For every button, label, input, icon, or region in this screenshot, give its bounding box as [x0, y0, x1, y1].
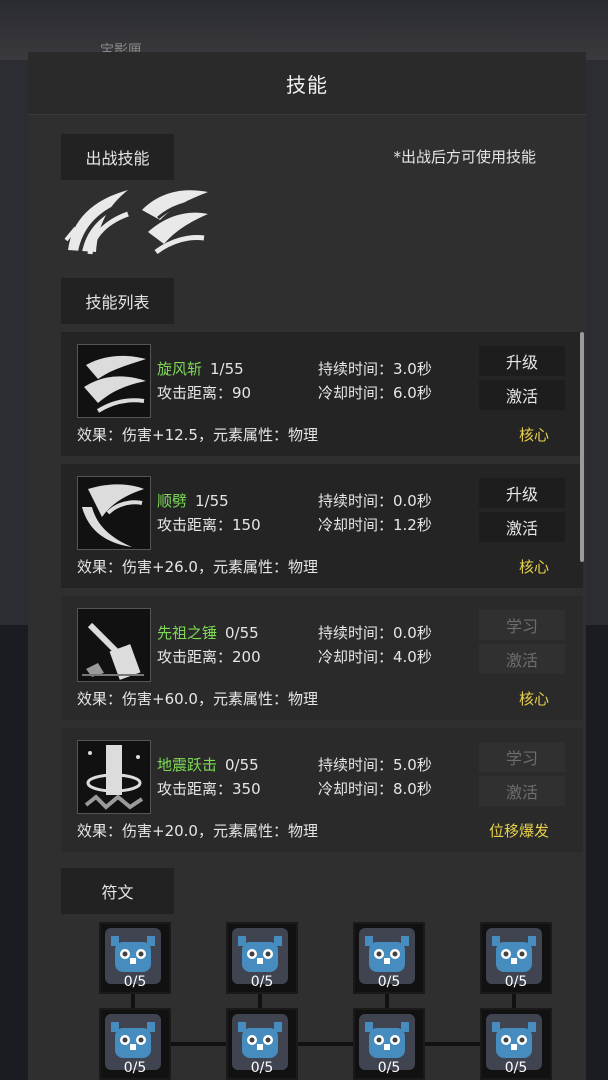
skill-icon-frame	[77, 608, 151, 682]
skill-level: 1/55	[210, 360, 244, 378]
split-slash-icon	[82, 484, 144, 547]
skill-effect: 效果：伤害+12.5，元素属性：物理	[77, 426, 318, 444]
skill-cooldown: 冷却时间：6.0秒	[318, 384, 432, 402]
skill-tag: 核心	[518, 426, 549, 444]
rune-link	[168, 1042, 226, 1046]
skill-level: 0/55	[225, 624, 259, 642]
activate-button[interactable]: 激活	[479, 644, 565, 674]
rune-node[interactable]: 0/5	[353, 922, 425, 994]
learn-button[interactable]: 学习	[479, 610, 565, 640]
skill-card-whirlwind: 旋风斩 1/55 攻击距离：90 持续时间：3.0秒 冷却时间：6.0秒 效果：伤…	[61, 332, 583, 456]
skill-range: 攻击距离：350	[157, 780, 261, 798]
skill-name-line: 先祖之锤 0/55	[157, 622, 259, 643]
rune-tab[interactable]: 符文	[61, 868, 174, 914]
skill-cooldown: 冷却时间：4.0秒	[318, 648, 432, 666]
skill-level: 0/55	[225, 756, 259, 774]
rune-count: 0/5	[504, 974, 528, 990]
skill-icon-frame	[77, 740, 151, 814]
whirlwind-slash-icon	[64, 190, 129, 255]
skills-dialog: 技能 出战技能 *出战后方可使用技能 技能列表 旋风斩 1/55 攻击距离：90…	[28, 52, 586, 1080]
skill-icon-frame	[77, 476, 151, 550]
battle-hint: *出战后方可使用技能	[393, 148, 536, 166]
skill-name: 地震跃击	[157, 756, 218, 774]
activate-button[interactable]: 激活	[479, 512, 565, 542]
skill-name: 旋风斩	[157, 360, 203, 378]
activate-button[interactable]: 激活	[479, 776, 565, 806]
rune-node[interactable]: 0/5	[353, 1008, 425, 1080]
rune-count: 0/5	[250, 1060, 274, 1076]
earthquake-leap-icon	[84, 745, 144, 810]
skill-name: 顺劈	[157, 492, 188, 510]
rune-count: 0/5	[504, 1060, 528, 1076]
skill-name-line: 地震跃击 0/55	[157, 754, 259, 775]
skill-list-tab[interactable]: 技能列表	[61, 278, 174, 324]
skill-range: 攻击距离：90	[157, 384, 252, 402]
skill-name-line: 顺劈 1/55	[157, 490, 229, 511]
rune-count: 0/5	[123, 974, 147, 990]
skill-name-line: 旋风斩 1/55	[157, 358, 244, 379]
rune-node[interactable]: 0/5	[99, 1008, 171, 1080]
battle-skills-tab[interactable]: 出战技能	[61, 134, 174, 180]
skill-range: 攻击距离：150	[157, 516, 261, 534]
background-left	[0, 60, 30, 625]
rune-count: 0/5	[377, 1060, 401, 1076]
rune-node[interactable]: 0/5	[99, 922, 171, 994]
skill-tag: 位移爆发	[488, 822, 549, 840]
skill-duration: 持续时间：5.0秒	[318, 756, 432, 774]
skill-list-scrollbar[interactable]	[580, 332, 584, 562]
upgrade-button[interactable]: 升级	[479, 346, 565, 376]
skill-effect: 效果：伤害+26.0，元素属性：物理	[77, 558, 318, 576]
background-top	[0, 0, 608, 60]
skill-card-earthquake-leap: 地震跃击 0/55 攻击距离：350 持续时间：5.0秒 冷却时间：8.0秒 效果…	[61, 728, 583, 852]
rune-count: 0/5	[377, 974, 401, 990]
dialog-title: 技能	[286, 72, 328, 97]
equipped-skill-slot-2[interactable]	[138, 180, 210, 260]
skill-name: 先祖之锤	[157, 624, 218, 642]
skill-tag: 核心	[518, 690, 549, 708]
wave-slash-icon	[142, 190, 208, 255]
hammer-icon	[82, 622, 144, 680]
rune-node[interactable]: 0/5	[226, 1008, 298, 1080]
skill-cooldown: 冷却时间：8.0秒	[318, 780, 432, 798]
rune-count: 0/5	[250, 974, 274, 990]
skill-range: 攻击距离：200	[157, 648, 261, 666]
whirlwind-slash-icon	[84, 355, 146, 413]
rune-node[interactable]: 0/5	[480, 1008, 552, 1080]
rune-node[interactable]: 0/5	[226, 922, 298, 994]
equipped-skill-slot-1[interactable]	[62, 180, 134, 260]
skill-effect: 效果：伤害+20.0，元素属性：物理	[77, 822, 318, 840]
skill-card-split: 顺劈 1/55 攻击距离：150 持续时间：0.0秒 冷却时间：1.2秒 效果：伤…	[61, 464, 583, 588]
skill-cooldown: 冷却时间：1.2秒	[318, 516, 432, 534]
upgrade-button[interactable]: 升级	[479, 478, 565, 508]
skill-duration: 持续时间：0.0秒	[318, 492, 432, 510]
skill-duration: 持续时间：3.0秒	[318, 360, 432, 378]
skill-icon-frame	[77, 344, 151, 418]
rune-link	[295, 1042, 353, 1046]
rune-count: 0/5	[123, 1060, 147, 1076]
skill-tag: 核心	[518, 558, 549, 576]
activate-button[interactable]: 激活	[479, 380, 565, 410]
skill-effect: 效果：伤害+60.0，元素属性：物理	[77, 690, 318, 708]
dialog-title-bar: 技能	[28, 52, 586, 115]
skill-card-ancestor-hammer: 先祖之锤 0/55 攻击距离：200 持续时间：0.0秒 冷却时间：4.0秒 效果…	[61, 596, 583, 720]
skill-level: 1/55	[195, 492, 229, 510]
skill-duration: 持续时间：0.0秒	[318, 624, 432, 642]
rune-link	[422, 1042, 480, 1046]
learn-button[interactable]: 学习	[479, 742, 565, 772]
rune-node[interactable]: 0/5	[480, 922, 552, 994]
